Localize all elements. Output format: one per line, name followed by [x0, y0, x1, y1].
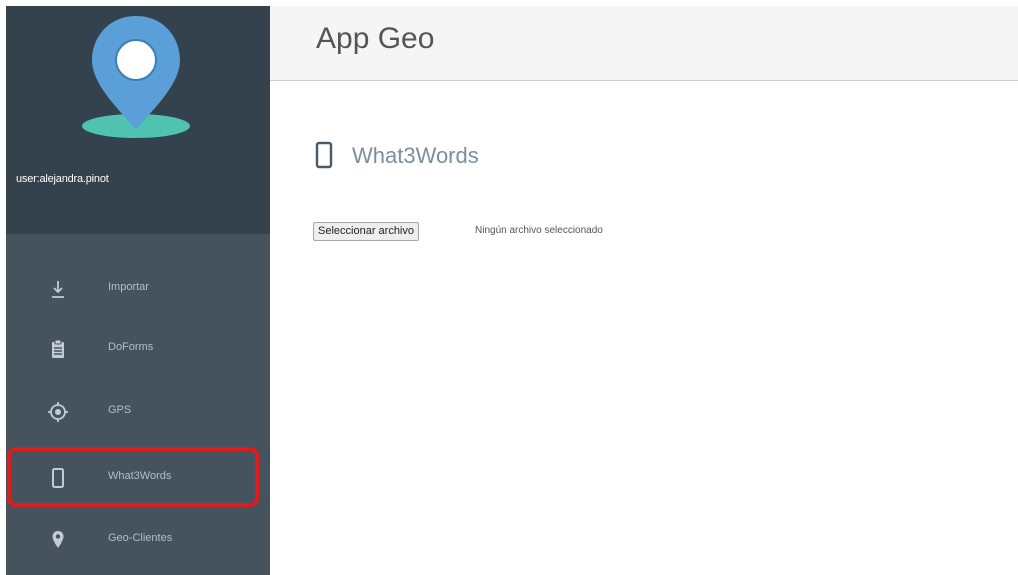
choose-file-button[interactable]: Seleccionar archivo — [313, 222, 419, 241]
sidebar-item-label: DoForms — [108, 341, 154, 353]
sidebar-item-geo-clientes[interactable]: Geo-Clientes — [6, 515, 270, 565]
file-status-text: Ningún archivo seleccionado — [475, 225, 603, 236]
app-root: user:alejandra.pinot Importar DoForms GP… — [0, 0, 1018, 575]
profile-panel: user:alejandra.pinot — [6, 6, 270, 234]
highlight-box — [7, 447, 259, 507]
gps-target-icon — [48, 402, 68, 422]
sidebar-item-gps[interactable]: GPS — [6, 387, 270, 437]
map-pin-icon — [52, 531, 64, 548]
sidebar-item-doforms[interactable]: DoForms — [6, 324, 270, 374]
section-title: What3Words — [352, 143, 479, 168]
clipboard-icon — [52, 339, 64, 358]
page-title: App Geo — [316, 22, 435, 55]
phone-icon — [315, 141, 333, 169]
location-pin-icon — [82, 16, 190, 138]
sidebar-item-label: Importar — [108, 281, 149, 293]
sidebar-item-label: GPS — [108, 404, 132, 416]
username-label: user:alejandra.pinot — [16, 173, 109, 185]
sidebar-item-label: Geo-Clientes — [108, 532, 173, 544]
download-icon — [52, 281, 64, 298]
app-header: App Geo — [270, 6, 1018, 81]
sidebar-item-importar[interactable]: Importar — [6, 264, 270, 314]
